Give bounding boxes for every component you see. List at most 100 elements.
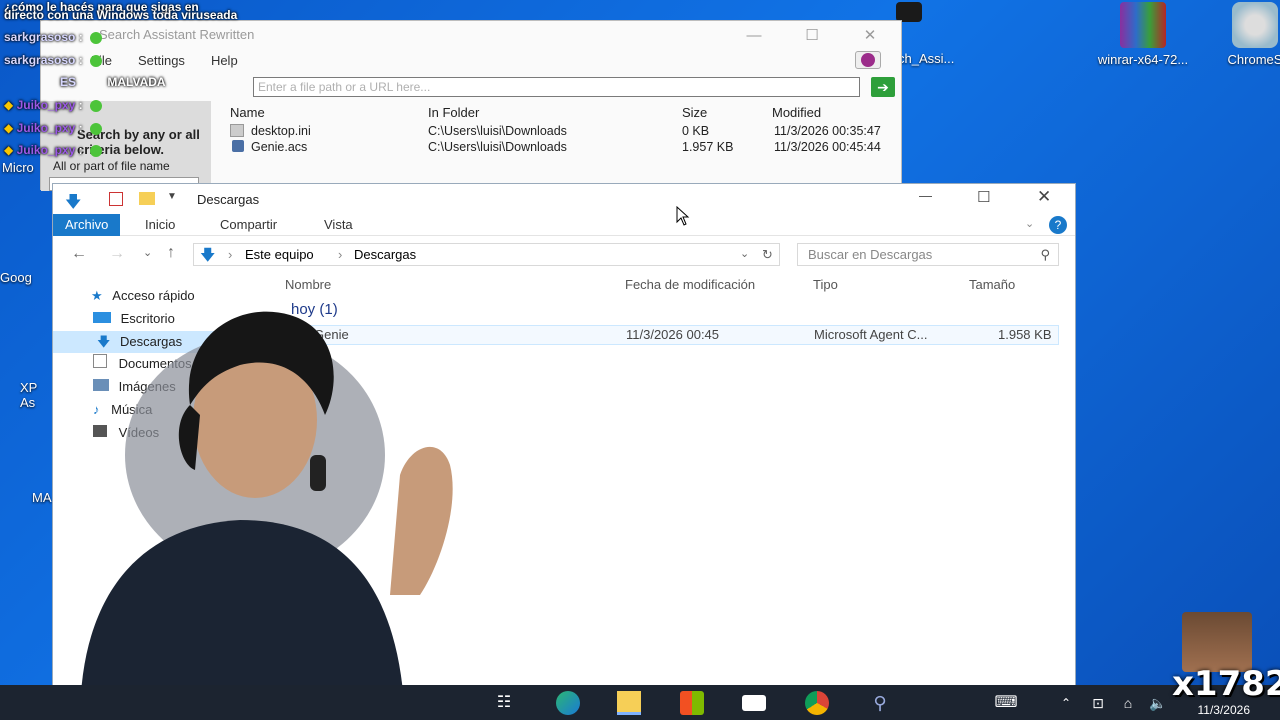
close-button[interactable]: ✕	[847, 21, 893, 49]
address-bar[interactable]: 🡇 › Este equipo › Descargas ⌄ ↻	[193, 243, 780, 266]
chevron-up-icon[interactable]: ⌃	[1054, 691, 1078, 715]
col-tipo[interactable]: Tipo	[813, 274, 838, 296]
winrar-label: winrar-x64-72...	[1097, 52, 1189, 67]
file-date: 11/3/2026 00:45	[626, 327, 720, 342]
app-shortcut-icon	[896, 2, 922, 22]
back-arrow-icon[interactable]: ←	[71, 245, 87, 263]
forward-arrow-icon[interactable]: →	[109, 245, 125, 263]
address-dropdown-icon[interactable]: ⌄	[740, 244, 749, 265]
close-button[interactable]: ✕	[1037, 187, 1051, 207]
file-row[interactable]: Genie 11/3/2026 00:45 Microsoft Agent C.…	[285, 325, 1059, 345]
sidebar-item-documentos[interactable]: Documentos	[93, 353, 192, 375]
chat-message: sarkgrasoso :	[4, 51, 103, 69]
search-assistant-icon[interactable]: ⚲	[868, 691, 892, 715]
chevron-down-icon[interactable]: ▼	[167, 191, 177, 202]
up-arrow-icon[interactable]: ↑	[167, 244, 175, 262]
maximize-button[interactable]: ☐	[977, 188, 990, 206]
chat-text: :	[78, 143, 83, 157]
volume-icon[interactable]: 🔈	[1146, 691, 1170, 715]
chat-username: Juiko_pxy	[16, 143, 76, 157]
sidebar-item-escritorio[interactable]: Escritorio	[93, 308, 175, 330]
chat-text: :	[78, 121, 83, 135]
tab-inicio[interactable]: Inicio	[145, 214, 175, 236]
group-header[interactable]: hoy (1)	[291, 301, 338, 318]
col-size[interactable]: Size	[682, 105, 707, 120]
cell-modified: 11/3/2026 00:45:44	[774, 140, 881, 154]
chat-username: sarkgrasoso	[4, 53, 76, 67]
chromesetup-desktop-icon[interactable]: ChromeS	[1200, 2, 1280, 67]
col-tamano[interactable]: Tamaño	[969, 274, 1015, 296]
window-title: Descargas	[197, 192, 260, 207]
new-folder-icon[interactable]	[139, 192, 155, 205]
col-name[interactable]: Name	[230, 105, 265, 120]
file-icon	[232, 140, 244, 152]
table-row[interactable]: desktop.ini C:\Users\luisi\Downloads 0 K…	[226, 124, 902, 140]
keyboard-icon[interactable]: ⌨	[994, 691, 1018, 715]
search-icon: ⚲	[1040, 247, 1050, 262]
address-input[interactable]: Enter a file path or a URL here...	[253, 77, 860, 97]
sidebar-item-acceso-rapido[interactable]: ★ Acceso rápido	[91, 285, 195, 307]
properties-icon[interactable]	[109, 192, 123, 206]
col-modified[interactable]: Modified	[772, 105, 821, 120]
minimize-button[interactable]: —	[731, 21, 777, 49]
ribbon-expand-icon[interactable]: ⌄	[1025, 217, 1034, 230]
badge-icon: ◆	[4, 143, 14, 157]
task-view-icon[interactable]: ☷	[492, 691, 516, 715]
refresh-icon[interactable]: ↻	[762, 244, 773, 265]
sidebar-item-videos[interactable]: Vídeos	[93, 422, 159, 444]
recent-locations-icon[interactable]: ⌄	[143, 246, 152, 259]
chromesetup-label: ChromeS	[1227, 52, 1280, 67]
cell-folder: C:\Users\luisi\Downloads	[428, 140, 567, 154]
store-icon[interactable]	[680, 691, 704, 715]
device-icon[interactable]: ⊡	[1086, 691, 1110, 715]
desktop-label-partial: XP As	[20, 380, 38, 410]
emote-image	[1182, 612, 1252, 672]
breadcrumb-separator: ›	[338, 247, 343, 262]
sidebar-label: Acceso rápido	[112, 288, 195, 303]
file-explorer-window[interactable]: 🡇 ▼ Descargas — ☐ ✕ Archivo Inicio Compa…	[52, 183, 1076, 720]
go-button[interactable]: ➔	[871, 77, 895, 97]
desktop-label-partial: MA	[32, 490, 52, 505]
sidebar-label: Documentos	[118, 356, 192, 371]
tab-archivo[interactable]: Archivo	[53, 214, 121, 236]
network-icon[interactable]: ⌂	[1116, 691, 1140, 715]
sidebar-label: Imágenes	[118, 379, 176, 394]
chat-username: Juiko_pxy	[16, 121, 76, 135]
desktop-icon	[93, 312, 111, 323]
status-button[interactable]	[855, 51, 881, 69]
criteria-label: All or part of file name	[53, 159, 170, 173]
download-arrow-icon[interactable]: 🡇	[65, 191, 83, 211]
search-assistant-window[interactable]: Search Assistant Rewritten — ☐ ✕ File Se…	[40, 20, 902, 191]
chat-message: directo con una Windows toda viruseada	[4, 8, 238, 22]
tab-vista[interactable]: Vista	[324, 214, 353, 236]
menu-settings[interactable]: Settings	[138, 49, 185, 73]
sidebar-label: Descargas	[120, 334, 183, 349]
menu-help[interactable]: Help	[211, 49, 238, 73]
sidebar-item-imagenes[interactable]: Imágenes	[93, 376, 176, 398]
cell-size: 1.957 KB	[682, 140, 734, 154]
tab-compartir[interactable]: Compartir	[220, 214, 277, 236]
table-row[interactable]: Genie.acs C:\Users\luisi\Downloads 1.957…	[226, 140, 902, 156]
col-folder[interactable]: In Folder	[428, 105, 479, 120]
search-input[interactable]: Buscar en Descargas ⚲	[797, 243, 1059, 266]
downloads-icon: 🡇	[97, 334, 111, 349]
chrome-icon[interactable]	[805, 691, 829, 715]
cell-folder: C:\Users\luisi\Downloads	[428, 124, 567, 138]
breadcrumb-este-equipo[interactable]: Este equipo	[245, 244, 314, 265]
emote-icon	[89, 122, 102, 135]
edge-icon[interactable]	[556, 691, 580, 715]
star-icon: ★	[91, 288, 103, 303]
winrar-desktop-icon[interactable]: winrar-x64-72...	[1088, 2, 1198, 67]
file-explorer-icon[interactable]	[617, 691, 641, 715]
mail-icon[interactable]	[742, 695, 766, 711]
breadcrumb-descargas[interactable]: Descargas	[354, 244, 416, 265]
sidebar-item-musica[interactable]: ♪ Música	[93, 399, 152, 421]
emote-icon	[90, 54, 103, 67]
help-icon[interactable]: ?	[1049, 216, 1067, 234]
minimize-button[interactable]: —	[919, 188, 932, 203]
clock-date[interactable]: 11/3/2026	[1198, 703, 1251, 717]
col-fecha[interactable]: Fecha de modificación	[625, 274, 755, 296]
sidebar-item-descargas[interactable]: 🡇 Descargas	[53, 331, 253, 353]
col-nombre[interactable]: Nombre	[285, 274, 331, 296]
maximize-button[interactable]: ☐	[789, 21, 835, 49]
